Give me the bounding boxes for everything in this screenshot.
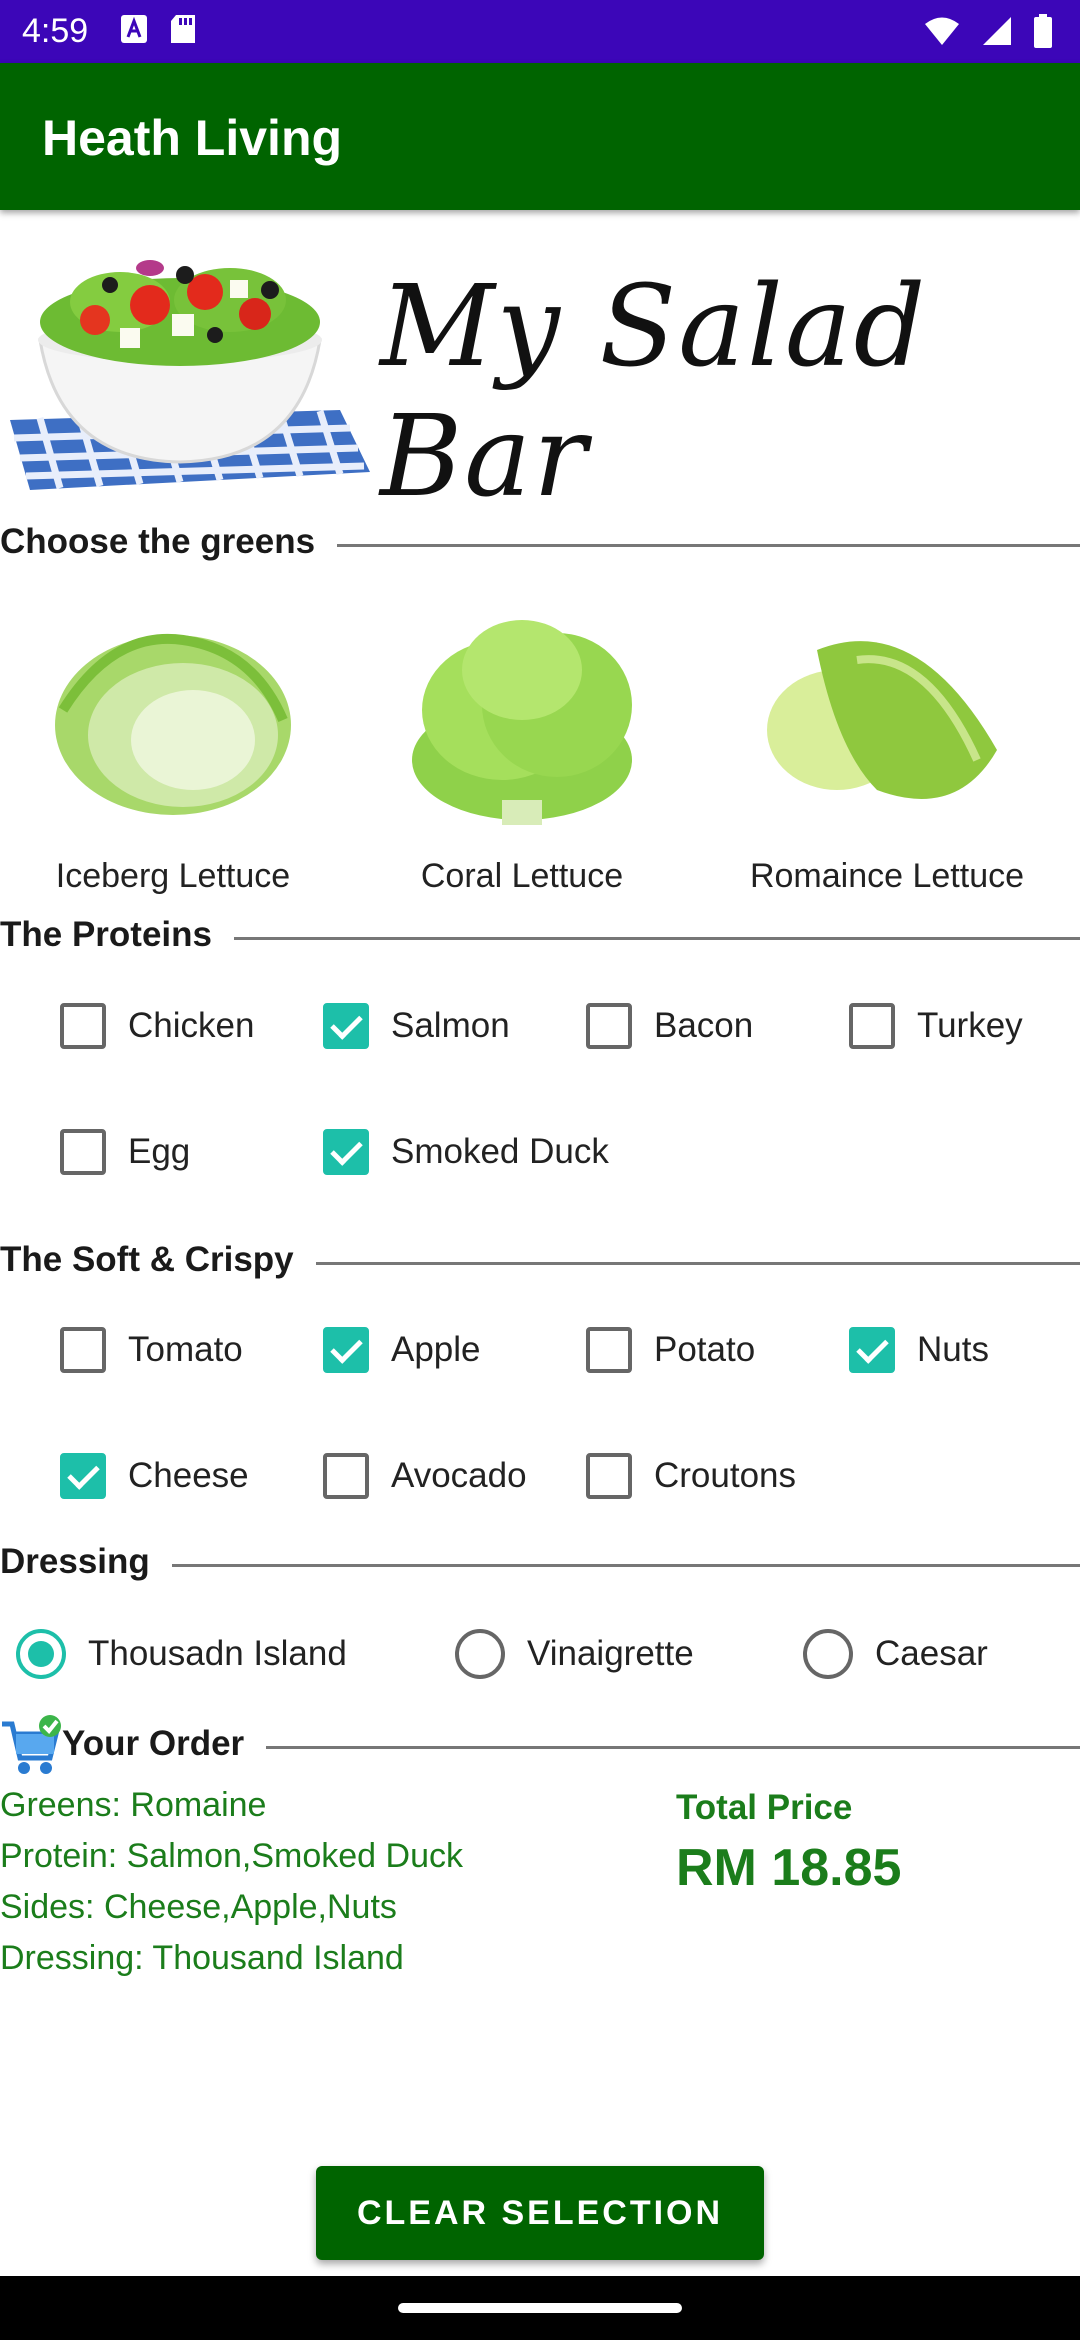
- protein-chicken-checkbox[interactable]: Chicken: [60, 996, 254, 1056]
- shopping-cart-icon: [0, 1714, 62, 1785]
- checkbox-box[interactable]: [849, 1003, 895, 1049]
- section-title: The Proteins: [0, 915, 234, 955]
- green-label: Romaince Lettuce: [749, 857, 1025, 895]
- iceberg-lettuce-image: [55, 633, 291, 815]
- side-apple-checkbox[interactable]: Apple: [323, 1320, 481, 1380]
- dressing-caesar-radio[interactable]: Caesar: [803, 1624, 988, 1684]
- checkbox-label: Turkey: [917, 1006, 1023, 1045]
- a-icon: [120, 14, 148, 49]
- section-greens: Choose the greens: [0, 522, 1080, 572]
- protein-egg-checkbox[interactable]: Egg: [60, 1122, 190, 1182]
- coral-lettuce-image: [412, 620, 632, 825]
- checkbox-box[interactable]: [60, 1003, 106, 1049]
- protein-bacon-checkbox[interactable]: Bacon: [586, 996, 753, 1056]
- checkbox-box[interactable]: [323, 1129, 369, 1175]
- checkbox-label: Smoked Duck: [391, 1132, 609, 1171]
- green-label: Coral Lettuce: [420, 857, 624, 895]
- section-title-text: Your Order: [62, 1724, 245, 1763]
- checkbox-box[interactable]: [849, 1327, 895, 1373]
- clear-selection-button[interactable]: CLEAR SELECTION: [316, 2166, 764, 2260]
- protein-smoked-duck-checkbox[interactable]: Smoked Duck: [323, 1122, 609, 1182]
- radio-circle[interactable]: [455, 1629, 505, 1679]
- checkbox-box[interactable]: [586, 1453, 632, 1499]
- checkbox-box[interactable]: [586, 1327, 632, 1373]
- section-soft-crispy: The Soft & Crispy: [0, 1240, 1080, 1290]
- checkbox-box[interactable]: [323, 1453, 369, 1499]
- section-title: Choose the greens: [0, 522, 338, 562]
- green-coral[interactable]: Coral Lettuce: [377, 590, 667, 896]
- side-cheese-checkbox[interactable]: Cheese: [60, 1446, 249, 1506]
- dressing-thousand-island-radio[interactable]: Thousadn Island: [16, 1624, 347, 1684]
- green-romaine[interactable]: Romaince Lettuce: [742, 590, 1032, 896]
- side-nuts-checkbox[interactable]: Nuts: [849, 1320, 989, 1380]
- checkbox-label: Cheese: [128, 1456, 249, 1495]
- wifi-icon: [924, 16, 960, 51]
- checkbox-label: Salmon: [391, 1006, 510, 1045]
- side-avocado-checkbox[interactable]: Avocado: [323, 1446, 527, 1506]
- section-title: The Soft & Crispy: [0, 1240, 316, 1280]
- home-gesture-handle[interactable]: [398, 2303, 682, 2313]
- total-price-value: RM 18.85: [676, 1839, 902, 1897]
- radio-label: Caesar: [875, 1634, 988, 1673]
- order-protein: Protein: Salmon,Smoked Duck: [0, 1837, 463, 1875]
- signal-icon: [982, 16, 1012, 51]
- checkbox-box[interactable]: [586, 1003, 632, 1049]
- navigation-bar: [0, 2276, 1080, 2340]
- side-potato-checkbox[interactable]: Potato: [586, 1320, 755, 1380]
- checkbox-box[interactable]: [60, 1129, 106, 1175]
- checkbox-label: Chicken: [128, 1006, 255, 1045]
- radio-circle[interactable]: [803, 1629, 853, 1679]
- radio-label: Thousadn Island: [88, 1634, 347, 1673]
- order-dressing: Dressing: Thousand Island: [0, 1939, 404, 1977]
- checkbox-label: Egg: [128, 1132, 191, 1171]
- salad-bowl-image: [10, 260, 370, 490]
- radio-label: Vinaigrette: [527, 1634, 694, 1673]
- checkbox-label: Bacon: [654, 1006, 754, 1045]
- checkbox-box[interactable]: [323, 1003, 369, 1049]
- order-greens: Greens: Romaine: [0, 1786, 267, 1824]
- sd-card-icon: [170, 14, 196, 49]
- green-iceberg[interactable]: Iceberg Lettuce: [28, 590, 318, 896]
- section-order: Your Order: [0, 1715, 1080, 1774]
- battery-icon: [1034, 14, 1052, 53]
- checkbox-label: Nuts: [917, 1330, 989, 1369]
- protein-salmon-checkbox[interactable]: Salmon: [323, 996, 510, 1056]
- checkbox-box[interactable]: [60, 1453, 106, 1499]
- protein-turkey-checkbox[interactable]: Turkey: [849, 996, 1023, 1056]
- checkbox-box[interactable]: [323, 1327, 369, 1373]
- section-proteins: The Proteins: [0, 915, 1080, 965]
- checkbox-label: Apple: [391, 1330, 481, 1369]
- banner-title: My Salad Bar: [380, 262, 928, 522]
- section-dressing: Dressing: [0, 1542, 1080, 1592]
- order-sides: Sides: Cheese,Apple,Nuts: [0, 1888, 397, 1926]
- side-croutons-checkbox[interactable]: Croutons: [586, 1446, 796, 1506]
- app-bar: Heath Living: [0, 63, 1080, 210]
- romaine-lettuce-image: [767, 641, 997, 799]
- dressing-vinaigrette-radio[interactable]: Vinaigrette: [455, 1624, 694, 1684]
- radio-circle[interactable]: [16, 1629, 66, 1679]
- app-title: Heath Living: [42, 110, 343, 166]
- checkbox-box[interactable]: [60, 1327, 106, 1373]
- banner: My Salad Bar: [0, 210, 1080, 522]
- checkbox-label: Avocado: [391, 1456, 527, 1495]
- checkbox-label: Potato: [654, 1330, 756, 1369]
- status-time: 4:59: [22, 12, 89, 50]
- side-tomato-checkbox[interactable]: Tomato: [60, 1320, 243, 1380]
- checkbox-label: Croutons: [654, 1456, 797, 1495]
- status-bar: 4:59: [0, 0, 1080, 63]
- total-price-label: Total Price: [676, 1788, 853, 1827]
- checkbox-label: Tomato: [128, 1330, 243, 1369]
- green-label: Iceberg Lettuce: [55, 857, 291, 895]
- section-title: Dressing: [0, 1542, 172, 1582]
